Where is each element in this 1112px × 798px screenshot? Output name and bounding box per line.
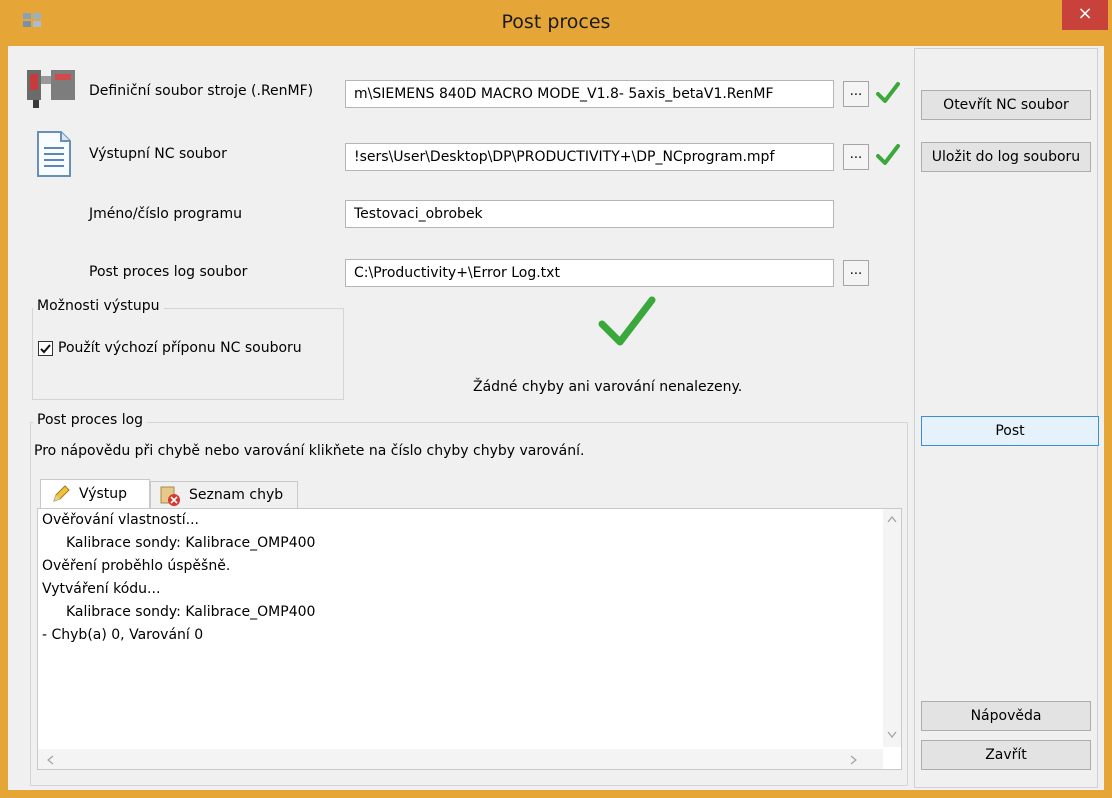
- output-nc-input[interactable]: !sers\User\Desktop\DP\PRODUCTIVITY+\DP_N…: [345, 143, 834, 171]
- vertical-scrollbar[interactable]: [883, 509, 901, 747]
- machine-file-input[interactable]: m\SIEMENS 840D MACRO MODE_V1.8- 5axis_be…: [345, 80, 834, 108]
- window-title: Post proces: [501, 11, 611, 33]
- program-name-label: Jméno/číslo programu: [89, 206, 242, 222]
- output-nc-label: Výstupní NC soubor: [89, 146, 227, 162]
- help-button[interactable]: Nápověda: [921, 701, 1091, 731]
- log-line: Vytváření kódu...: [42, 581, 161, 597]
- dialog-client-area: Definiční soubor stroje (.RenMF) m\SIEME…: [8, 46, 1104, 790]
- status-message: Žádné chyby ani varování nenalezeny.: [473, 379, 743, 395]
- document-icon: [37, 131, 71, 177]
- tab-error-list[interactable]: Seznam chyb: [150, 481, 298, 509]
- post-button[interactable]: Post: [921, 416, 1099, 446]
- error-list-icon: [160, 486, 180, 506]
- log-file-browse-button[interactable]: ...: [843, 260, 869, 286]
- title-bar[interactable]: Post proces ×: [0, 0, 1112, 46]
- log-line: Kalibrace sondy: Kalibrace_OMP400: [66, 604, 316, 620]
- output-nc-ok-check-icon: [876, 144, 900, 165]
- log-line: Ověřování vlastností...: [42, 512, 200, 528]
- machine-browse-button[interactable]: ...: [843, 81, 869, 107]
- machine-file-label: Definiční soubor stroje (.RenMF): [89, 83, 314, 99]
- machine-ok-check-icon: [876, 82, 900, 103]
- dialog-window: Post proces × Definiční soubor stroje (.…: [0, 0, 1112, 798]
- success-check-icon: [598, 296, 656, 346]
- pencil-icon: [53, 485, 70, 502]
- log-line: Kalibrace sondy: Kalibrace_OMP400: [66, 535, 316, 551]
- close-window-button[interactable]: ×: [1062, 0, 1108, 30]
- scroll-up-icon[interactable]: [887, 515, 897, 523]
- tab-error-list-label: Seznam chyb: [189, 487, 284, 503]
- tab-output[interactable]: Výstup: [40, 479, 150, 509]
- checkmark-icon: [40, 344, 51, 354]
- default-extension-checkbox[interactable]: [38, 341, 53, 356]
- post-log-title: Post proces log: [33, 412, 148, 428]
- log-file-input[interactable]: C:\Productivity+\Error Log.txt: [345, 259, 834, 287]
- log-file-label: Post proces log soubor: [89, 264, 248, 280]
- tab-output-label: Výstup: [79, 486, 128, 502]
- log-output-area[interactable]: Ověřování vlastností... Kalibrace sondy:…: [37, 508, 902, 770]
- horizontal-scrollbar[interactable]: [38, 749, 883, 769]
- close-button[interactable]: Zavřít: [921, 740, 1091, 770]
- scroll-left-icon[interactable]: [46, 755, 54, 765]
- log-line: - Chyb(a) 0, Varování 0: [42, 627, 204, 643]
- output-options-title: Možnosti výstupu: [33, 298, 164, 314]
- machine-icon: [27, 70, 75, 108]
- scroll-down-icon[interactable]: [887, 731, 897, 739]
- scroll-right-icon[interactable]: [850, 755, 858, 765]
- program-name-input[interactable]: Testovaci_obrobek: [345, 200, 834, 228]
- log-hint: Pro nápovědu při chybě nebo varování kli…: [34, 443, 585, 459]
- output-nc-browse-button[interactable]: ...: [843, 144, 869, 170]
- default-extension-label: Použít výchozí příponu NC souboru: [58, 340, 302, 356]
- log-line: Ověření proběhlo úspěšně.: [42, 558, 231, 574]
